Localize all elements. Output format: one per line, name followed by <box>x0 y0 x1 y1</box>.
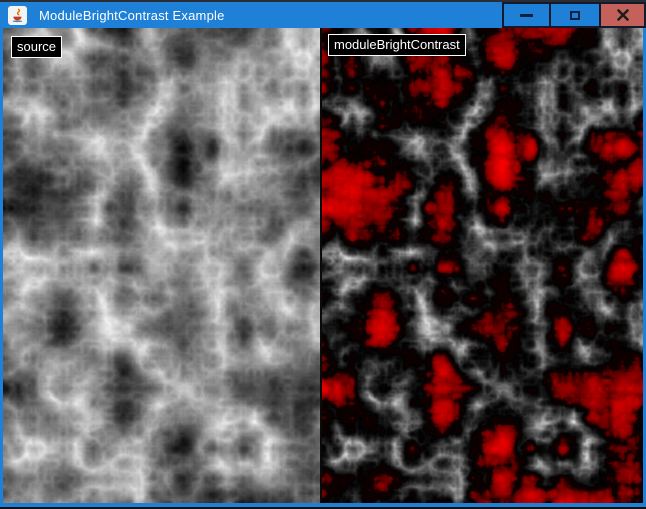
source-image-panel: source <box>3 28 320 503</box>
application-window: ModuleBrightContrast Example source m <box>0 0 646 509</box>
window-controls <box>502 2 646 28</box>
result-image-panel: moduleBrightContrast <box>322 28 643 503</box>
close-button[interactable] <box>599 2 646 28</box>
maximize-button[interactable] <box>549 2 601 28</box>
source-image <box>3 28 320 503</box>
minimize-icon <box>520 14 533 17</box>
titlebar[interactable]: ModuleBrightContrast Example <box>0 0 646 28</box>
modulebrightcontrast-image <box>322 28 643 503</box>
close-icon <box>617 9 629 21</box>
java-coffee-cup-icon[interactable] <box>8 6 27 25</box>
content-area: source moduleBrightContrast <box>0 28 646 503</box>
minimize-button[interactable] <box>502 2 551 28</box>
modulebrightcontrast-label: moduleBrightContrast <box>328 34 466 56</box>
java-coffee-cup-glyph <box>10 8 25 23</box>
maximize-icon <box>570 11 580 20</box>
window-title: ModuleBrightContrast Example <box>39 8 225 23</box>
source-label: source <box>11 36 62 58</box>
